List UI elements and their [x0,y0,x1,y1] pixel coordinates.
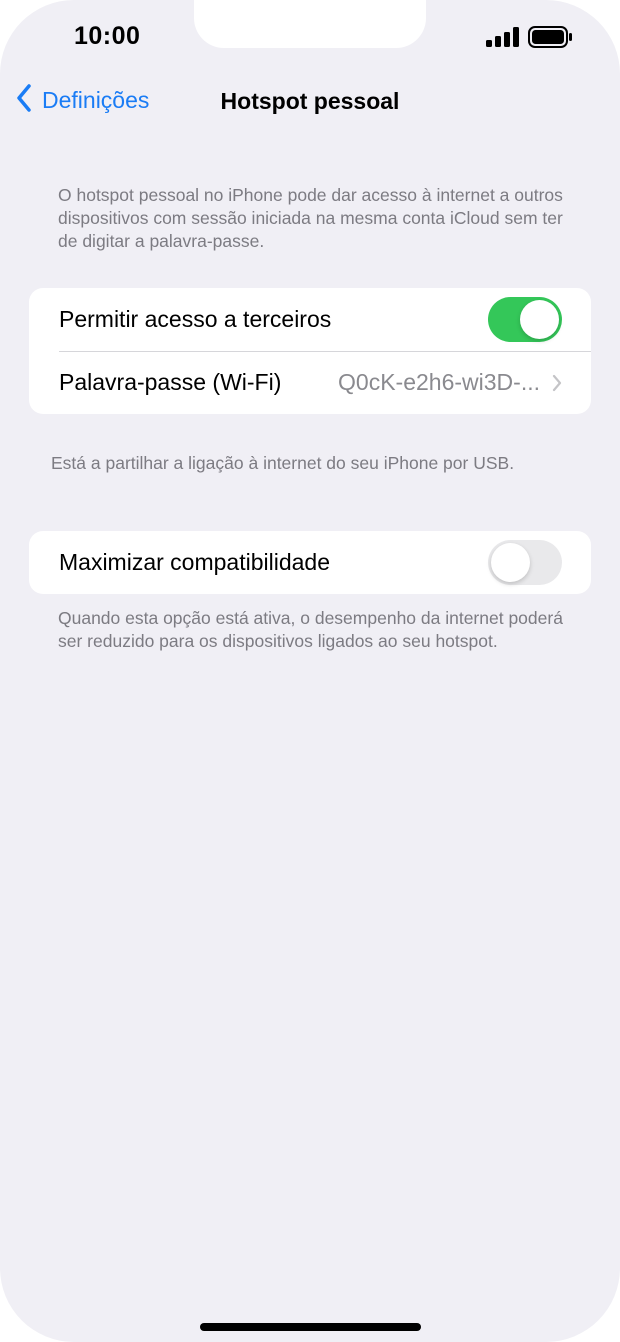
status-icons [486,26,574,53]
wifi-password-label: Palavra-passe (Wi-Fi) [59,369,282,395]
cellular-signal-icon [486,27,520,52]
status-time: 10:00 [74,22,141,50]
allow-access-label: Permitir acesso a terceiros [59,306,332,332]
maximize-note: Quando esta opção está ativa, o desempen… [58,608,563,651]
allow-access-toggle[interactable] [488,297,562,342]
chevron-right-icon [552,374,562,392]
maximize-compatibility-toggle[interactable] [488,540,562,585]
wifi-password-value: Q0cK-e2h6-wi3D-... [338,369,540,395]
hotspot-settings-group: Permitir acesso a terceiros Palavra-pass… [29,288,591,414]
phone-screen: 10:00 Definições Hotspot pessoal O hotsp… [0,0,620,1342]
compatibility-group: Maximizar compatibilidade [29,531,591,594]
page-title: Hotspot pessoal [220,88,400,114]
wifi-password-row[interactable]: Palavra-passe (Wi-Fi) Q0cK-e2h6-wi3D-... [29,351,591,414]
toggle-knob [520,300,559,339]
maximize-compatibility-label: Maximizar compatibilidade [59,549,330,575]
intro-text: O hotspot pessoal no iPhone pode dar ace… [58,185,563,251]
notch [194,0,426,48]
allow-access-row: Permitir acesso a terceiros [29,288,591,351]
maximize-compatibility-row: Maximizar compatibilidade [29,531,591,594]
usb-note: Está a partilhar a ligação à internet do… [51,453,515,473]
home-indicator[interactable] [200,1323,421,1331]
toggle-knob [491,543,530,582]
battery-icon [528,26,574,53]
